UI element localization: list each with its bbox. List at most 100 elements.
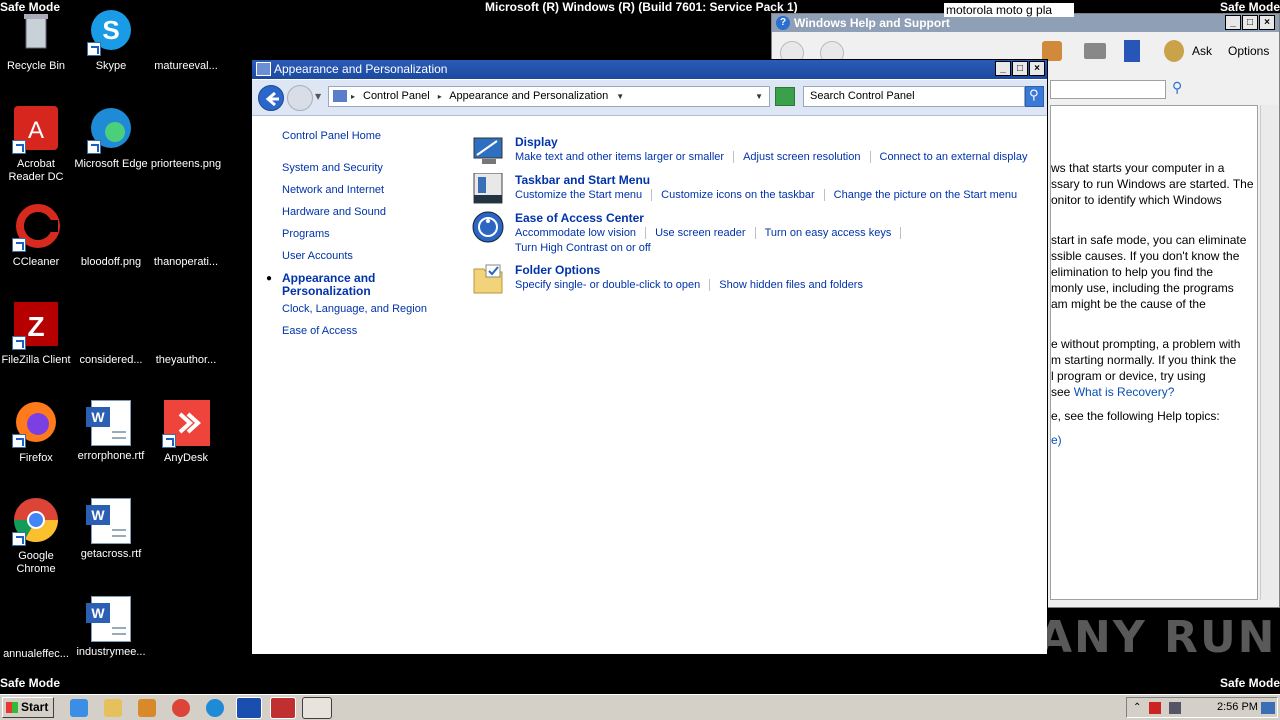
show-desktop-icon[interactable] [1261, 702, 1275, 714]
sidebar-item-programs[interactable]: Programs [282, 228, 330, 241]
sidebar-item-clock-language[interactable]: Clock, Language, and Region [282, 303, 427, 316]
options-button[interactable]: Options [1228, 44, 1269, 58]
desktop-icon-bloodoff[interactable]: bloodoff.png [73, 204, 149, 269]
breadcrumb-separator-icon[interactable]: ▸ [438, 92, 442, 101]
help-minimize-button[interactable]: _ [1225, 15, 1241, 30]
current-item-bullet-icon: ● [266, 273, 273, 284]
desktop-icon-chrome[interactable]: Google Chrome [0, 498, 74, 576]
connect-display-link[interactable]: Connect to an external display [880, 150, 1028, 165]
action-center-icon[interactable] [1149, 702, 1161, 714]
help-search-icon[interactable]: ⚲ [1172, 80, 1182, 96]
customize-taskbar-icons-link[interactable]: Customize icons on the taskbar [661, 188, 814, 203]
image-file-icon [87, 204, 135, 252]
start-button[interactable]: Start [2, 697, 54, 718]
anydesk-taskbar-icon[interactable] [270, 697, 296, 719]
divider [645, 227, 647, 240]
help-taskbar-icon[interactable] [236, 697, 262, 719]
help-close-button[interactable]: × [1259, 15, 1275, 30]
make-text-larger-link[interactable]: Make text and other items larger or smal… [515, 150, 724, 165]
desktop-icon-theyauthor[interactable]: theyauthor... [148, 302, 224, 367]
desktop-icon-errorphone[interactable]: W errorphone.rtf [73, 400, 149, 463]
back-button[interactable] [258, 85, 284, 111]
taskbar-title-link[interactable]: Taskbar and Start Menu [515, 173, 650, 187]
breadcrumb-appearance[interactable]: Appearance and Personalization [449, 90, 608, 102]
sidebar-item-hardware[interactable]: Hardware and Sound [282, 206, 386, 219]
display-icon [473, 137, 503, 164]
sidebar-item-control-panel-home[interactable]: Control Panel Home [282, 130, 381, 143]
address-dropdown-icon[interactable]: ▼ [755, 87, 763, 106]
desktop-icon-ccleaner[interactable]: CCleaner [0, 204, 74, 269]
desktop-icon-annualeffec[interactable]: annualeffec... [0, 596, 74, 661]
chrome-taskbar-icon[interactable] [172, 699, 190, 717]
ask-button[interactable]: Ask [1192, 44, 1212, 58]
accommodate-low-vision-link[interactable]: Accommodate low vision [515, 226, 636, 241]
help-scrollbar[interactable] [1260, 105, 1278, 600]
refresh-button[interactable] [775, 87, 795, 106]
help-search-input[interactable] [1050, 80, 1166, 99]
desktop-icon-skype[interactable]: S Skype [73, 8, 149, 73]
desktop-icon-firefox[interactable]: Firefox [0, 400, 74, 465]
desktop-icon-priorteens[interactable]: priorteens.png [148, 106, 224, 171]
what-is-recovery-link[interactable]: What is Recovery? [1074, 385, 1175, 399]
desktop-icon-anydesk[interactable]: AnyDesk [148, 400, 224, 465]
desktop-icon-recycle-bin[interactable]: Recycle Bin [0, 8, 74, 73]
desktop-icon-industrymee[interactable]: W industrymee... [73, 596, 149, 659]
high-contrast-link[interactable]: Turn High Contrast on or off [515, 241, 651, 256]
folder-options-title-link[interactable]: Folder Options [515, 263, 600, 277]
ask-icon[interactable] [1164, 40, 1184, 62]
divider [651, 189, 653, 202]
sidebar-item-network[interactable]: Network and Internet [282, 184, 384, 197]
internet-explorer-icon[interactable] [70, 699, 88, 717]
help-content: ws that starts your computer in a ssary … [1050, 105, 1258, 600]
adjust-resolution-link[interactable]: Adjust screen resolution [743, 150, 860, 165]
file-icon [12, 596, 60, 644]
customize-start-menu-link[interactable]: Customize the Start menu [515, 188, 642, 203]
history-dropdown[interactable]: ▼ [315, 92, 321, 101]
safe-mode-label-br: Safe Mode [1219, 676, 1280, 690]
change-start-picture-link[interactable]: Change the picture on the Start menu [834, 188, 1017, 203]
desktop-icon-acrobat[interactable]: A Acrobat Reader DC [0, 106, 74, 184]
print-icon[interactable] [1084, 43, 1106, 59]
display-title-link[interactable]: Display [515, 135, 558, 149]
desktop-icon-edge[interactable]: Microsoft Edge [73, 106, 149, 171]
control-panel-title-bar[interactable]: Appearance and Personalization _ □ × [252, 60, 1047, 79]
desktop-icon-considered[interactable]: considered... [73, 302, 149, 367]
maximize-button[interactable]: □ [1012, 61, 1028, 76]
desktop-icon-thanoperati[interactable]: thanoperati... [148, 204, 224, 269]
anydesk-icon [162, 400, 210, 448]
explorer-folder-icon[interactable] [104, 699, 122, 717]
network-icon[interactable] [1169, 702, 1181, 714]
media-player-icon[interactable] [138, 699, 156, 717]
single-double-click-link[interactable]: Specify single- or double-click to open [515, 278, 700, 293]
home-icon[interactable] [1042, 41, 1062, 61]
search-input[interactable]: Search Control Panel [803, 86, 1025, 107]
address-bar[interactable]: ▸ Control Panel ▸ Appearance and Persona… [328, 86, 770, 107]
desktop-icon-getacross[interactable]: W getacross.rtf [73, 498, 149, 561]
forward-button[interactable] [287, 85, 313, 111]
desktop-icon-filezilla[interactable]: Z FileZilla Client [0, 302, 74, 367]
easy-access-keys-link[interactable]: Turn on easy access keys [765, 226, 892, 241]
sidebar-item-appearance[interactable]: Appearance and Personalization [282, 272, 402, 298]
use-screen-reader-link[interactable]: Use screen reader [655, 226, 746, 241]
control-panel-taskbar-icon[interactable] [302, 697, 332, 719]
safe-mode-label-bl: Safe Mode [0, 676, 61, 690]
sidebar-item-system-security[interactable]: System and Security [282, 162, 383, 175]
desktop-icon-matureeval[interactable]: matureeval... [148, 8, 224, 73]
folder-location-icon [333, 90, 347, 102]
show-hidden-icons-icon[interactable]: ⌃ [1133, 698, 1141, 717]
edge-taskbar-icon[interactable] [206, 699, 224, 717]
breadcrumb-dropdown-icon[interactable]: ▼ [616, 92, 624, 101]
close-button[interactable]: × [1029, 61, 1045, 76]
sidebar-item-user-accounts[interactable]: User Accounts [282, 250, 353, 263]
minimize-button[interactable]: _ [995, 61, 1011, 76]
clock[interactable]: 2:56 PM [1217, 698, 1258, 717]
window-title: Appearance and Personalization [274, 62, 448, 76]
sidebar-item-ease-of-access[interactable]: Ease of Access [282, 325, 357, 338]
browse-help-icon[interactable] [1124, 40, 1140, 62]
search-button[interactable]: ⚲ [1025, 86, 1044, 107]
help-maximize-button[interactable]: □ [1242, 15, 1258, 30]
breadcrumb-control-panel[interactable]: Control Panel [363, 90, 430, 102]
show-hidden-files-link[interactable]: Show hidden files and folders [719, 278, 863, 293]
svg-text:A: A [28, 117, 44, 144]
ease-of-access-title-link[interactable]: Ease of Access Center [515, 211, 644, 225]
